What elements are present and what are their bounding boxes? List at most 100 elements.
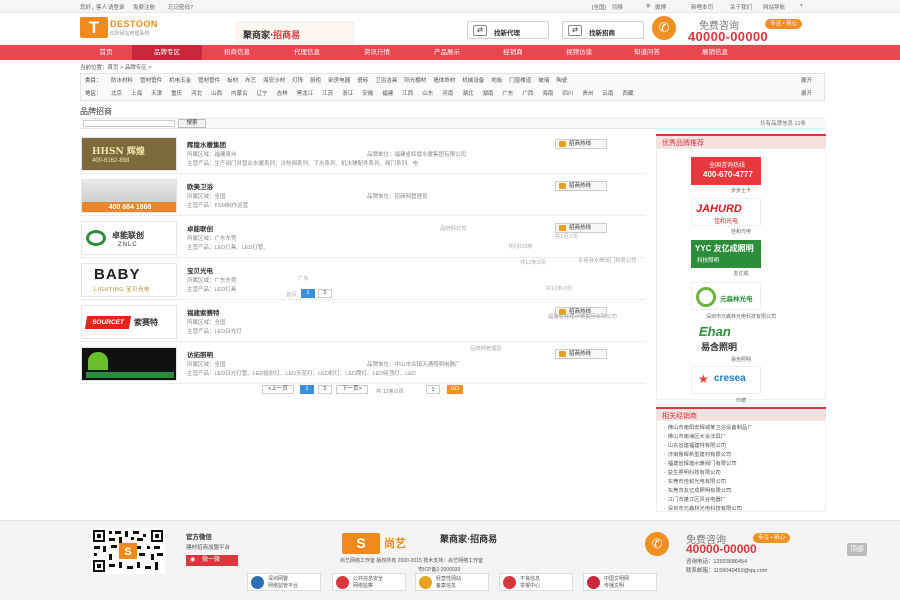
brand-logo[interactable]: 卓能联创 ZNLC: [81, 221, 177, 255]
brand-logo[interactable]: SOURCET 索赛特: [81, 305, 177, 339]
nav-invest-info[interactable]: 招商信息: [202, 45, 272, 60]
invest-hotline-button[interactable]: 招商热线: [555, 349, 607, 359]
icp-text[interactable]: 粤ICP备2-2006039: [418, 566, 460, 573]
rec-brand-logo[interactable]: 元森林光电: [691, 282, 761, 310]
nav-video[interactable]: 视频访谈: [544, 45, 614, 60]
nav-news[interactable]: 资讯行情: [342, 45, 412, 60]
region-filter-link[interactable]: 湖南: [482, 91, 493, 97]
footer-badge[interactable]: 公共信息安全 网络监察: [332, 573, 406, 591]
guest-link[interactable]: 客人: [96, 3, 107, 11]
brand-logo[interactable]: 400 884 1868: [81, 179, 177, 213]
register-link[interactable]: 免费注册: [133, 3, 155, 11]
category-filter-link[interactable]: 瓷砖: [357, 78, 368, 84]
category-filter-link[interactable]: 防水材料: [111, 78, 133, 84]
login-link[interactable]: 请登录: [108, 3, 125, 11]
pager-next[interactable]: 下一页>: [336, 385, 368, 394]
rec-brand-logo[interactable]: JAHURD 佳和光电: [691, 198, 761, 226]
region-filter-link[interactable]: 重庆: [171, 91, 182, 97]
brand-name[interactable]: 福建索赛特: [187, 307, 220, 317]
category-filter-link[interactable]: 管材管件: [198, 78, 220, 84]
invest-hotline-button[interactable]: 招商热线: [555, 181, 607, 191]
dealer-link[interactable]: 山东省建福建材有限公司: [664, 441, 726, 449]
brand-logo[interactable]: HHSN 辉煌 400-6162-888: [81, 137, 177, 171]
rec-brand-caption[interactable]: 佳和光电: [656, 228, 826, 235]
category-filter-link[interactable]: 玻璃: [538, 78, 549, 84]
switch-region-link[interactable]: 切换: [612, 3, 623, 11]
dealer-link[interactable]: 东莞市佳和光电有限公司: [664, 477, 726, 485]
category-filter-link[interactable]: 门窗楼道: [509, 78, 531, 84]
expand-regions-link[interactable]: 展开: [801, 89, 812, 97]
region-filter-link[interactable]: 上海: [131, 91, 142, 97]
region-filter-link[interactable]: 山西: [211, 91, 222, 97]
footer-badge[interactable]: 深圳网警 网络监管平台: [247, 573, 321, 591]
category-filter-link[interactable]: 墙体饰材: [433, 78, 455, 84]
rec-brand-caption[interactable]: 友亿成: [656, 270, 826, 277]
dealer-link[interactable]: 佛山市南阳宏辉城某卫浴设备制品厂: [664, 423, 753, 431]
dealer-link[interactable]: 东莞市友亿成照明有限公司: [664, 486, 732, 494]
region-filter-link[interactable]: 广西: [522, 91, 533, 97]
region-filter-link[interactable]: 云南: [602, 91, 613, 97]
region-filter-link[interactable]: 吉林: [277, 91, 288, 97]
region-filter-link[interactable]: 海南: [542, 91, 553, 97]
category-filter-link[interactable]: 板材: [227, 78, 238, 84]
rec-brand-logo[interactable]: YYC 友亿成照明 科技照明: [691, 240, 761, 268]
region-filter-link[interactable]: 辽宁: [257, 91, 268, 97]
dealer-link[interactable]: 福建省辉煌水暖阀门有限公司: [664, 459, 737, 467]
dealer-link[interactable]: 江门市蓬江区风谷电器厂: [664, 495, 726, 503]
pager-go-button[interactable]: GO: [447, 385, 463, 394]
weibo-follow-button[interactable]: ◉ 微一微: [186, 555, 238, 566]
region-filter-link[interactable]: 贵州: [582, 91, 593, 97]
find-agent-button[interactable]: ⇄ 找新代理: [467, 21, 549, 39]
region-filter-link[interactable]: 北京: [111, 91, 122, 97]
category-filter-link[interactable]: 卧房电器: [328, 78, 350, 84]
region-filter-link[interactable]: 浙江: [342, 91, 353, 97]
rec-brand-caption[interactable]: 印德: [656, 397, 826, 404]
dealer-link[interactable]: 益生照明科技有限公司: [664, 468, 721, 476]
category-filter-link[interactable]: 地板: [491, 78, 502, 84]
region-filter-link[interactable]: 福建: [382, 91, 393, 97]
region-filter-link[interactable]: 广东: [502, 91, 513, 97]
region-filter-link[interactable]: 内蒙古: [231, 91, 248, 97]
category-filter-link[interactable]: 布艺: [245, 78, 256, 84]
rec-brand-logo[interactable]: ★ cresea: [691, 366, 761, 394]
rec-brand-caption[interactable]: 易含照明: [656, 356, 826, 363]
expand-categories-link[interactable]: 展开: [801, 76, 812, 84]
rec-brand-caption[interactable]: 步步士卡: [656, 187, 826, 194]
nav-products[interactable]: 产品展示: [412, 45, 482, 60]
about-link[interactable]: 关于我们: [730, 3, 752, 11]
region-filter-link[interactable]: 江西: [402, 91, 413, 97]
category-filter-link[interactable]: 卫浴洁具: [375, 78, 397, 84]
dealer-link[interactable]: 深圳市元森林光电科技有限公司: [664, 504, 742, 512]
category-filter-link[interactable]: 海安沙材: [263, 78, 285, 84]
rec-brand-logo[interactable]: Ehan 易含照明: [691, 324, 761, 352]
forgot-password-link[interactable]: 忘记密码?: [168, 3, 193, 11]
category-filter-link[interactable]: 机电五金: [169, 78, 191, 84]
weibo-link[interactable]: 微博: [655, 3, 666, 11]
region-filter-link[interactable]: 河北: [191, 91, 202, 97]
pager-page-input[interactable]: [426, 385, 440, 394]
search-input[interactable]: [83, 120, 175, 127]
category-filter-link[interactable]: 灯饰: [292, 78, 303, 84]
category-filter-link[interactable]: 机械设备: [462, 78, 484, 84]
back-to-top-button[interactable]: 顶部: [847, 543, 867, 556]
footer-badge[interactable]: 经营性网站 备案信息: [415, 573, 489, 591]
brand-logo[interactable]: BABY LIGHTING 宝贝光电: [81, 263, 177, 297]
brand-name[interactable]: 宝贝光电: [187, 265, 213, 275]
region-filter-link[interactable]: 天津: [151, 91, 162, 97]
footer-badge[interactable]: 中国文明网 传播文明: [583, 573, 657, 591]
nav-home[interactable]: 首页: [80, 45, 132, 60]
pager-page-1[interactable]: 1: [300, 385, 314, 394]
brand-name[interactable]: 卓能联创: [187, 223, 213, 233]
region-filter-link[interactable]: 江苏: [322, 91, 333, 97]
nav-exhibition[interactable]: 展销信息: [680, 45, 750, 60]
region-selector[interactable]: [全国]: [592, 3, 606, 11]
search-button[interactable]: 搜索: [178, 119, 206, 128]
region-filter-link[interactable]: 黑龙江: [297, 91, 314, 97]
category-filter-link[interactable]: 陶瓷: [556, 78, 567, 84]
brand-name[interactable]: 辉煌水暖集团: [187, 139, 226, 149]
rec-brand-logo[interactable]: 全国咨询热线 400-670-4777: [691, 157, 761, 185]
region-filter-link[interactable]: 河南: [442, 91, 453, 97]
region-filter-link[interactable]: 山东: [422, 91, 433, 97]
site-nav-menu[interactable]: 网站导航: [763, 3, 785, 11]
region-filter-link[interactable]: 湖北: [462, 91, 473, 97]
